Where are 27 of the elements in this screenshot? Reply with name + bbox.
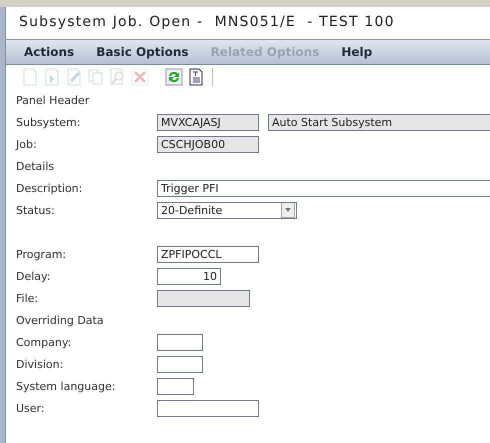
menu-item[interactable]: Basic Options [96, 45, 189, 59]
input-field[interactable]: 10 [157, 268, 221, 284]
field-label: Job: [16, 138, 38, 150]
field-label: User: [16, 402, 46, 414]
text-document-icon[interactable] [187, 68, 205, 86]
menu-item[interactable]: Actions [24, 45, 74, 59]
field-label: Description: [16, 182, 84, 194]
input-field[interactable]: Trigger PFI [157, 180, 490, 196]
field-label: File: [16, 292, 40, 304]
input-field[interactable] [157, 400, 259, 416]
input-field[interactable] [157, 378, 194, 394]
dropdown-arrow-icon[interactable] [281, 202, 295, 218]
field-label: System language: [16, 380, 116, 392]
field-label: Delay: [16, 270, 52, 282]
field-label: Program: [16, 248, 68, 260]
field-label: Subsystem: [16, 116, 82, 128]
field-label: Company: [16, 336, 72, 348]
input-field[interactable] [157, 334, 203, 350]
field-label: Division: [16, 358, 64, 370]
section-heading: Details [16, 160, 56, 172]
section-heading: Overriding Data [16, 314, 105, 326]
input-field[interactable] [157, 356, 203, 372]
field-label: Status: [16, 204, 56, 216]
section-heading: Panel Header [16, 94, 90, 106]
input-field[interactable]: ZPFIPOCCL [157, 246, 259, 262]
menu-item[interactable]: Help [341, 45, 372, 59]
status-dropdown[interactable]: 20-Definite [157, 202, 297, 218]
